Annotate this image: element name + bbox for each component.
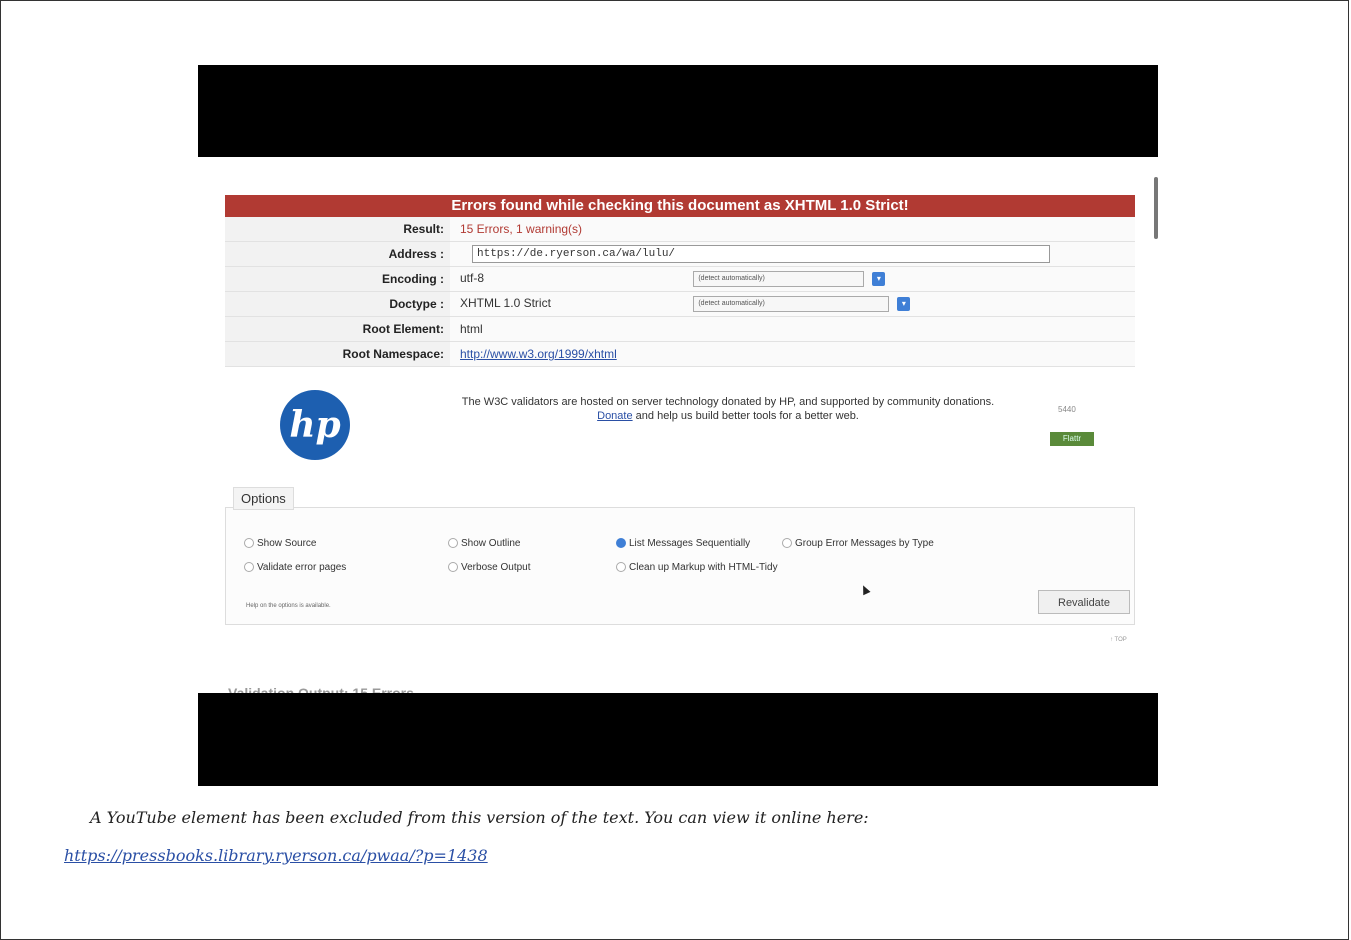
table-row: Result: 15 Errors, 1 warning(s) — [225, 217, 1135, 242]
chevron-down-icon[interactable]: ▾ — [897, 297, 911, 311]
radio-selected-icon[interactable] — [616, 538, 626, 549]
error-banner: Errors found while checking this documen… — [225, 195, 1135, 217]
option-list-sequentially[interactable]: List Messages Sequentially — [616, 538, 750, 549]
option-show-source[interactable]: Show Source — [244, 538, 316, 549]
option-group-by-type[interactable]: Group Error Messages by Type — [782, 538, 934, 549]
table-row: Root Element: html — [225, 316, 1135, 342]
sponsor-line-1: The W3C validators are hosted on server … — [461, 396, 995, 408]
top-link[interactable]: ↑ TOP — [1110, 637, 1127, 643]
chevron-down-icon[interactable]: ▾ — [872, 272, 886, 286]
table-row: Root Namespace: http://www.w3.org/1999/x… — [225, 341, 1135, 367]
validation-output-heading: Validation Output: 15 Errors — [228, 685, 414, 693]
checkbox-icon[interactable] — [244, 562, 254, 573]
table-row: Doctype : XHTML 1.0 Strict (detect autom… — [225, 291, 1135, 317]
checkbox-icon[interactable] — [448, 562, 458, 573]
address-input[interactable] — [472, 245, 1050, 263]
revalidate-button[interactable]: Revalidate — [1038, 590, 1130, 614]
flattr-button[interactable]: Flattr — [1050, 432, 1094, 446]
flattr-count: 5440 — [1058, 405, 1076, 414]
option-validate-error-pages[interactable]: Validate error pages — [244, 562, 346, 573]
checkbox-icon[interactable] — [616, 562, 626, 573]
result-value: 15 Errors, 1 warning(s) — [450, 217, 1135, 242]
root-element-value: html — [450, 316, 1135, 342]
hp-logo-icon: hp — [280, 390, 350, 460]
youtube-video-player[interactable]: Errors found while checking this documen… — [198, 65, 1158, 786]
doctype-value: XHTML 1.0 Strict — [460, 296, 551, 311]
video-frame-content: Errors found while checking this documen… — [198, 157, 1158, 693]
encoding-label: Encoding : — [225, 266, 450, 292]
options-help-text[interactable]: Help on the options is available. — [246, 603, 331, 609]
option-clean-up-markup[interactable]: Clean up Markup with HTML-Tidy — [616, 562, 778, 573]
radio-icon[interactable] — [782, 538, 792, 549]
root-element-label: Root Element: — [225, 316, 450, 342]
table-row: Address : — [225, 241, 1135, 267]
root-namespace-link[interactable]: http://www.w3.org/1999/xhtml — [460, 347, 617, 361]
options-panel: Show Source Show Outline List Messages S… — [225, 507, 1135, 625]
checkbox-icon[interactable] — [244, 538, 254, 549]
result-label: Result: — [225, 217, 450, 242]
doctype-label: Doctype : — [225, 291, 450, 317]
video-online-link[interactable]: https://pressbooks.library.ryerson.ca/pw… — [64, 846, 488, 865]
encoding-select[interactable]: (detect automatically) — [693, 271, 865, 287]
checkbox-icon[interactable] — [448, 538, 458, 549]
encoding-value: utf-8 — [460, 271, 485, 286]
table-row: Encoding : utf-8 (detect automatically) ▾ — [225, 266, 1135, 292]
sponsor-text: The W3C validators are hosted on server … — [428, 395, 1028, 423]
root-namespace-label: Root Namespace: — [225, 341, 450, 367]
sponsor-line-2: and help us build better tools for a bet… — [632, 410, 859, 422]
scrollbar-thumb[interactable] — [1154, 177, 1158, 239]
donate-link[interactable]: Donate — [597, 410, 632, 422]
option-show-outline[interactable]: Show Outline — [448, 538, 520, 549]
address-label: Address : — [225, 241, 450, 267]
doctype-select[interactable]: (detect automatically) — [693, 296, 890, 312]
option-verbose-output[interactable]: Verbose Output — [448, 562, 531, 573]
result-table: Result: 15 Errors, 1 warning(s) Address … — [225, 217, 1135, 367]
video-excluded-caption: A YouTube element has been excluded from… — [90, 808, 869, 827]
options-legend: Options — [233, 487, 294, 510]
